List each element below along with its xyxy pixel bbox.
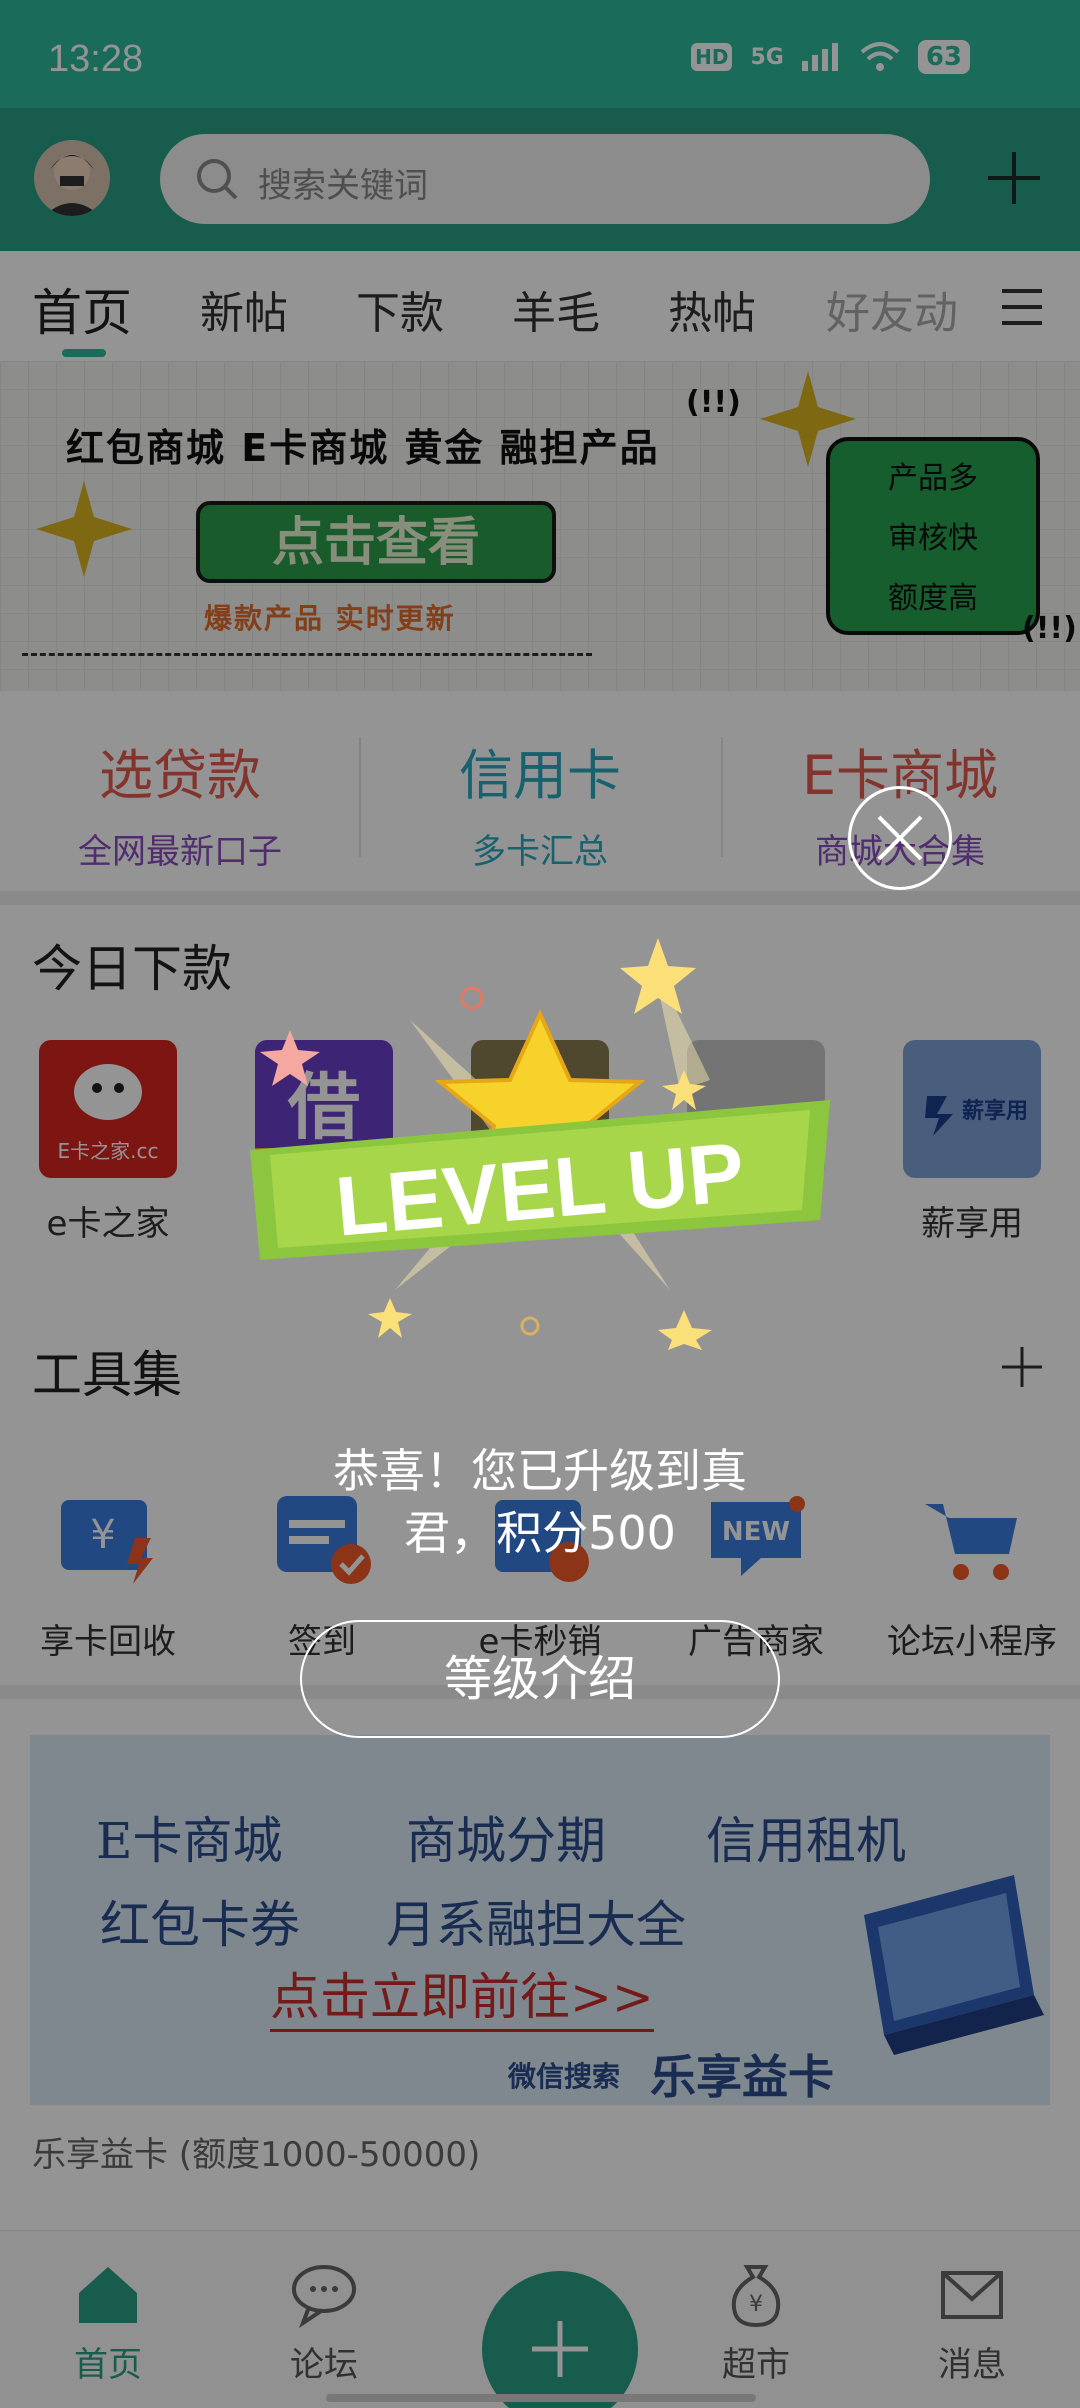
- level-up-message: 恭喜！您已升级到真君，积分500: [333, 1444, 747, 1560]
- app-screen: 13:28 HD 5G 63 搜索关键词 首页 新帖 下款 羊毛 热帖 好友动 …: [0, 0, 1080, 2408]
- level-intro-button[interactable]: 等级介绍: [300, 1620, 780, 1738]
- close-icon: [877, 815, 923, 861]
- level-up-badge: LEVEL UP: [250, 938, 830, 1350]
- close-modal-button[interactable]: [848, 786, 952, 890]
